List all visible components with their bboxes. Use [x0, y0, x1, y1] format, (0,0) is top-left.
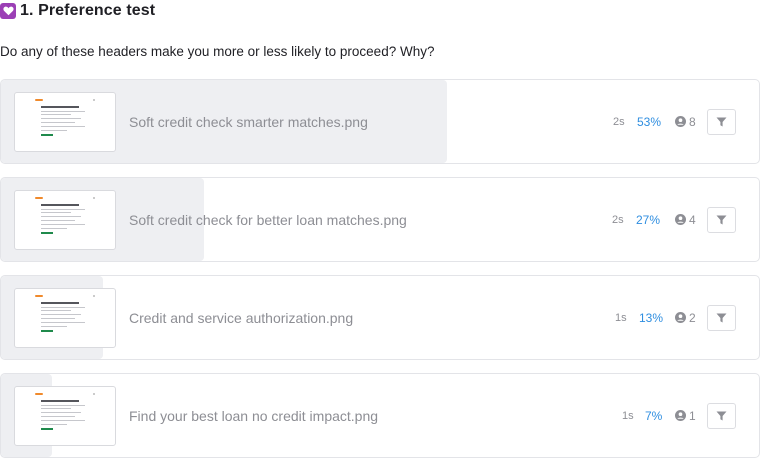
response-percent: 53%: [637, 114, 662, 129]
user-icon: [675, 116, 686, 127]
option-file-name: Soft credit check for better loan matche…: [129, 211, 407, 228]
participant-count-value: 2: [689, 310, 696, 325]
filter-button[interactable]: [707, 403, 736, 429]
question-text: Do any of these headers make you more or…: [0, 44, 435, 59]
participant-count: 1: [675, 374, 696, 457]
option-card[interactable]: Soft credit check smarter matches.png 2s…: [0, 79, 760, 164]
section-title: 1. Preference test: [20, 2, 156, 19]
participant-count: 4: [675, 178, 696, 261]
avg-time: 1s: [615, 311, 627, 324]
user-icon: [675, 312, 686, 323]
section-header: 1. Preference test: [0, 1, 155, 21]
design-thumbnail[interactable]: [14, 92, 116, 152]
option-card[interactable]: Credit and service authorization.png 1s …: [0, 275, 760, 360]
filter-icon: [716, 215, 727, 225]
filter-button[interactable]: [707, 207, 736, 233]
design-thumbnail[interactable]: [14, 190, 116, 250]
heart-icon: [0, 3, 16, 19]
avg-time: 2s: [613, 115, 625, 128]
filter-button[interactable]: [707, 305, 736, 331]
design-thumbnail[interactable]: [14, 288, 116, 348]
user-icon: [675, 410, 686, 421]
option-file-name: Find your best loan no credit impact.png: [129, 407, 379, 424]
participant-count-value: 4: [689, 212, 696, 227]
filter-icon: [716, 411, 727, 421]
avg-time: 2s: [612, 213, 624, 226]
participant-count: 8: [675, 80, 696, 163]
filter-button[interactable]: [707, 109, 736, 135]
response-percent: 27%: [636, 212, 661, 227]
option-card[interactable]: Soft credit check for better loan matche…: [0, 177, 760, 262]
design-thumbnail[interactable]: [14, 386, 116, 446]
user-icon: [675, 214, 686, 225]
response-percent: 13%: [639, 310, 664, 325]
option-card[interactable]: Find your best loan no credit impact.png…: [0, 373, 760, 458]
participant-count: 2: [675, 276, 696, 359]
option-file-name: Soft credit check smarter matches.png: [129, 113, 368, 130]
filter-icon: [716, 313, 727, 323]
avg-time: 1s: [622, 409, 634, 422]
filter-icon: [716, 117, 727, 127]
option-file-name: Credit and service authorization.png: [129, 309, 354, 326]
participant-count-value: 1: [689, 408, 696, 423]
participant-count-value: 8: [689, 114, 696, 129]
response-percent: 7%: [645, 408, 663, 423]
